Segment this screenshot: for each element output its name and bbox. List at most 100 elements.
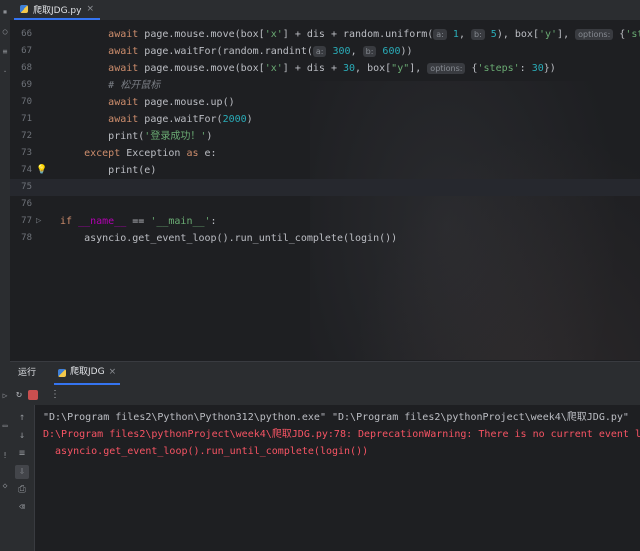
code-token: '登录成功！' (144, 131, 207, 142)
code-token: except (84, 148, 127, 159)
more-options-icon[interactable]: ⋮ (48, 388, 62, 402)
code-line[interactable]: 67 await page.waitFor(random.randint(a: … (10, 43, 640, 60)
run-panel-title: 运行 (18, 368, 37, 378)
code-token: print( (108, 131, 145, 142)
code-token: page.mouse.up() (144, 97, 235, 108)
clear-all-icon[interactable]: ⌫ (15, 501, 29, 515)
scroll-down-icon[interactable]: ↓ (15, 429, 29, 443)
code-token: 'steps' (477, 63, 520, 74)
code-line[interactable]: 75 (10, 179, 640, 196)
code-text: await page.waitFor(2000) (60, 111, 253, 128)
code-token: await (108, 46, 145, 57)
code-text: print(e) (60, 162, 156, 179)
code-line[interactable]: 70 await page.mouse.up() (10, 94, 640, 111)
code-token: ), box[ (496, 29, 539, 40)
code-token: , (350, 46, 363, 57)
structure-icon[interactable]: ≡ (1, 48, 9, 56)
run-toolbar: ↻ ⋮ (10, 385, 640, 405)
run-config-name: 爬取JDG (70, 367, 105, 377)
code-line[interactable]: 78 asyncio.get_event_loop().run_until_co… (10, 230, 640, 247)
code-text: await page.mouse.up() (60, 94, 235, 111)
code-token: }) (543, 63, 556, 74)
line-number: 72 (21, 131, 32, 141)
code-token: , (458, 29, 471, 40)
code-token: print(e) (108, 165, 157, 176)
code-line[interactable]: 72 print('登录成功！') (10, 128, 640, 145)
code-line[interactable]: 73 except Exception as e: (10, 145, 640, 162)
run-tool-window-header: 运行 爬取JDG × (10, 361, 640, 385)
code-token: ) (206, 131, 213, 142)
code-line[interactable]: 71 await page.waitFor(2000) (10, 111, 640, 128)
folder-icon[interactable]: ▪ (1, 8, 9, 16)
inlay-hint: a: (312, 46, 327, 57)
code-line[interactable]: 77 ▷ if __name__ == '__main__': (10, 213, 640, 230)
problems-icon[interactable]: ! (1, 452, 9, 460)
code-token: 'y' (538, 29, 558, 40)
close-tab-icon[interactable]: × (86, 4, 94, 14)
code-token: 30 (531, 63, 544, 74)
editor-tab-bar: 爬取JDG.py × (10, 0, 640, 21)
scroll-up-icon[interactable]: ↑ (15, 411, 29, 425)
line-number: 71 (21, 114, 32, 124)
code-token: 30 (343, 63, 356, 74)
rerun-icon[interactable]: ↻ (12, 388, 26, 402)
code-text: await page.waitFor(random.randint(a: 300… (60, 43, 413, 60)
code-token: 2000 (222, 114, 247, 125)
inlay-hint: b: (471, 29, 485, 40)
more-icon[interactable]: · (1, 68, 9, 76)
inlay-hint: a: (433, 29, 447, 40)
code-text: if __name__ == '__main__': (60, 213, 217, 230)
stop-icon[interactable] (28, 390, 38, 400)
run-icon[interactable]: ▷ (1, 392, 9, 400)
code-token: await (108, 97, 145, 108)
git-icon[interactable]: ◇ (1, 482, 9, 490)
inlay-hint: options: (427, 63, 466, 74)
code-token: Exception (126, 148, 187, 159)
print-icon[interactable]: ⎙ (15, 483, 29, 497)
code-line[interactable]: 76 (10, 196, 640, 213)
code-token: 'steps' (625, 29, 640, 40)
terminal-icon[interactable]: ▭ (1, 422, 9, 430)
code-text: await page.mouse.move(box['x'] + dis + r… (60, 26, 640, 43)
code-token: , box[ (355, 63, 392, 74)
lightbulb-icon[interactable]: 💡 (36, 162, 47, 179)
code-token: page.waitFor( (144, 114, 223, 125)
code-line[interactable]: 68 await page.mouse.move(box['x'] + dis … (10, 60, 640, 77)
commit-icon[interactable]: ○ (1, 28, 9, 36)
code-token: 5 (484, 29, 497, 40)
code-token: { (465, 63, 478, 74)
close-run-tab-icon[interactable]: × (109, 361, 117, 384)
run-config-tab[interactable]: 爬取JDG × (54, 361, 121, 385)
line-number: 76 (21, 199, 32, 209)
console-line: D:\Program files2\pythonProject\week4\爬取… (43, 429, 640, 440)
code-token: 300 (326, 46, 351, 57)
line-number: 70 (21, 97, 32, 107)
code-text: except Exception as e: (60, 145, 216, 162)
code-token: page.waitFor(random.randint( (144, 46, 313, 57)
code-token: )) (400, 46, 413, 57)
code-token: ) (246, 114, 253, 125)
code-token: page.mouse.move(box[ (144, 29, 265, 40)
run-gutter-icon[interactable]: ▷ (36, 213, 41, 230)
code-token: 1 (446, 29, 459, 40)
inlay-hint: options: (575, 29, 614, 40)
code-line[interactable]: 69 # 松开鼠标 (10, 77, 640, 94)
code-token: __name__ (78, 216, 127, 227)
code-editor[interactable]: 66 await page.mouse.move(box['x'] + dis … (10, 21, 640, 360)
python-run-config-icon (58, 368, 66, 377)
console-output[interactable]: "D:\Program files2\Python\Python312\pyth… (35, 405, 640, 551)
editor-tab[interactable]: 爬取JDG.py × (14, 0, 101, 20)
scroll-to-end-icon[interactable]: ⇩ (15, 465, 29, 479)
code-line[interactable]: 66 await page.mouse.move(box['x'] + dis … (10, 26, 640, 43)
code-text: print('登录成功！') (60, 128, 212, 145)
line-number: 66 (21, 29, 32, 39)
code-line[interactable]: 74 💡 print(e) (10, 162, 640, 179)
soft-wrap-icon[interactable]: ≡ (15, 447, 29, 461)
line-number: 68 (21, 63, 32, 73)
